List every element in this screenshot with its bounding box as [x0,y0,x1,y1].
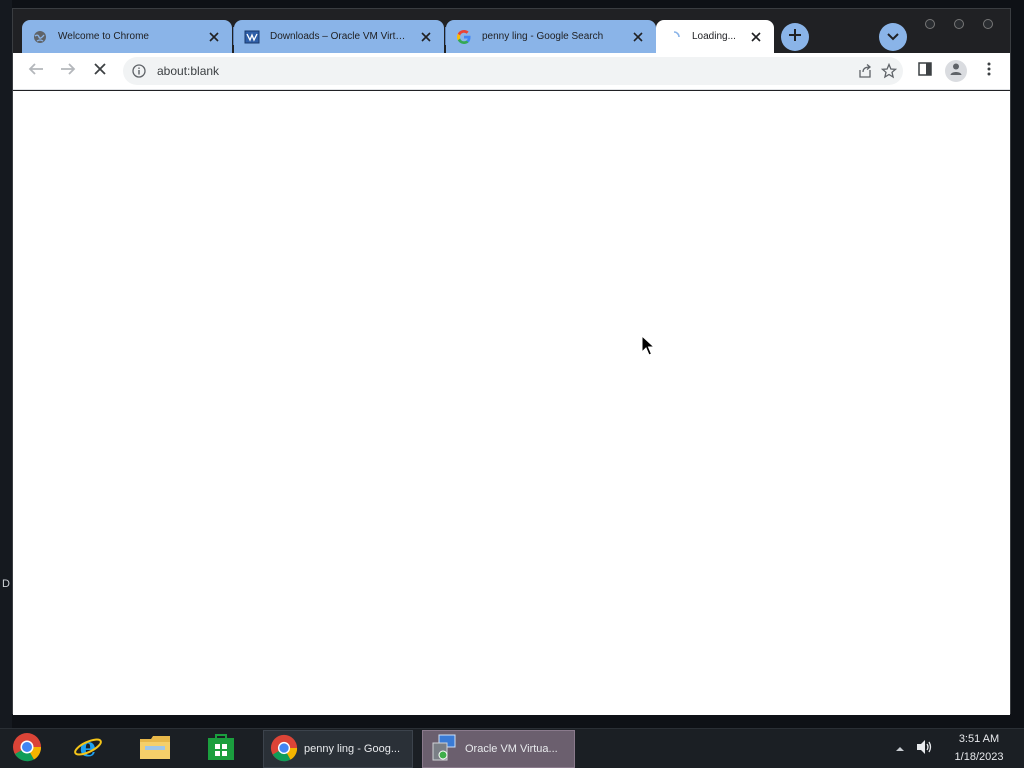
taskbar-task-chrome[interactable]: penny ling - Goog... [263,730,413,768]
tab-title: Welcome to Chrome [58,31,149,42]
clock-time[interactable]: 3:51 AM [946,733,1012,745]
chevron-up-icon [895,739,905,757]
mouse-cursor-icon [641,334,657,357]
info-icon[interactable] [131,63,147,79]
new-tab-button[interactable] [781,23,809,51]
address-bar-url[interactable]: about:blank [157,64,219,78]
taskbar-pin-file-explorer[interactable] [138,732,172,766]
share-icon[interactable] [855,61,875,81]
tab-welcome[interactable]: Welcome to Chrome [22,20,232,53]
taskbar: e penny ling - Goog... Oracle VM Virtua.… [0,728,1024,768]
tab-title: Loading... [692,31,736,42]
volume-button[interactable] [914,739,934,760]
speaker-icon [915,739,933,760]
taskbar-pin-store[interactable] [204,732,238,766]
close-icon[interactable] [206,29,222,45]
chrome-icon [12,732,42,767]
close-icon[interactable] [418,29,434,45]
chrome-icon [270,734,298,765]
close-icon [93,62,107,81]
internet-explorer-icon: e [73,732,103,767]
close-window-button[interactable] [983,19,993,29]
desktop-edge-letter: D [2,578,10,590]
task-label: penny ling - Goog... [304,743,401,755]
globe-icon [32,29,48,45]
clock-date[interactable]: 1/18/2023 [946,751,1012,763]
file-explorer-icon [139,733,171,766]
svg-text:e: e [80,733,97,762]
side-panel-icon [918,61,932,81]
arrow-left-icon [28,62,44,81]
profile-avatar[interactable] [945,60,967,82]
minimize-button[interactable] [925,19,935,29]
arrow-right-icon [60,62,76,81]
tab-title: penny ling - Google Search [482,31,604,42]
google-icon [456,29,472,45]
side-panel-button[interactable] [911,57,939,85]
menu-button[interactable] [975,57,1003,85]
chevron-down-icon [887,28,899,46]
tab-strip: Welcome to Chrome Downloads – Oracle VM … [13,9,1010,53]
task-label: Oracle VM Virtua... [465,743,558,755]
maximize-button[interactable] [954,19,964,29]
tab-search-button[interactable] [879,23,907,51]
page-content[interactable] [13,91,1010,715]
browser-toolbar: about:blank [13,53,1010,90]
close-icon[interactable] [748,29,764,45]
taskbar-pin-internet-explorer[interactable]: e [71,732,105,766]
virtualbox-icon [429,733,459,766]
kebab-menu-icon [987,62,991,81]
person-icon [949,62,963,81]
plus-icon [788,28,802,47]
tab-title: Downloads – Oracle VM VirtualBox [270,31,408,42]
taskbar-pin-chrome[interactable] [10,732,44,766]
tab-google-search[interactable]: penny ling - Google Search [446,20,656,53]
browser-window: Welcome to Chrome Downloads – Oracle VM … [12,8,1011,715]
virtualbox-icon [244,29,260,45]
back-button[interactable] [22,57,50,85]
show-hidden-icons-button[interactable] [893,741,907,755]
forward-button[interactable] [54,57,82,85]
stop-loading-button[interactable] [86,57,114,85]
tab-loading[interactable]: Loading... [656,20,774,53]
close-icon[interactable] [630,29,646,45]
desktop-background [0,0,12,728]
tab-downloads-virtualbox[interactable]: Downloads – Oracle VM VirtualBox [234,20,444,53]
star-icon[interactable] [879,61,899,81]
address-bar[interactable]: about:blank [123,57,903,85]
store-icon [206,732,236,767]
spinner-icon [666,29,682,45]
taskbar-task-virtualbox[interactable]: Oracle VM Virtua... [422,730,575,768]
